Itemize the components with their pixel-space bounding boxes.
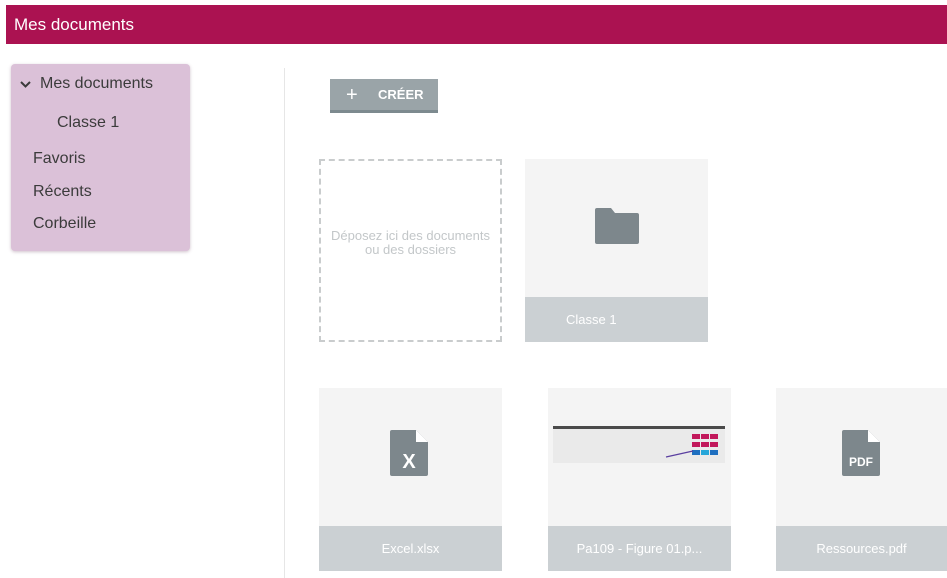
folder-icon: [595, 208, 639, 244]
pdf-file-icon: PDF: [842, 430, 880, 476]
item-name: Classe 1: [525, 297, 708, 342]
sidebar-item-label: Récents: [33, 183, 92, 200]
panel-divider: [284, 68, 285, 578]
excel-icon-label: X: [402, 451, 416, 473]
dropzone-hint: Déposez ici des documents ou des dossier…: [331, 228, 490, 257]
page: Mes documents Mes documents Classe 1 Fav…: [0, 0, 947, 578]
pdf-icon-label: PDF: [849, 455, 873, 469]
item-name: Pa109 - Figure 01.p...: [548, 526, 731, 571]
page-title-bar: Mes documents: [6, 5, 947, 44]
thumbnail-tile: [710, 434, 718, 439]
thumbnail-line: [665, 450, 694, 458]
sidebar-item-label: Classe 1: [57, 114, 120, 131]
thumbnail-tile: [701, 434, 709, 439]
thumbnail-tile: [701, 442, 709, 447]
create-button[interactable]: + CRÉER: [330, 79, 438, 113]
plus-icon: +: [346, 84, 358, 106]
item-name: Excel.xlsx: [319, 526, 502, 571]
file-card-excel[interactable]: X Excel.xlsx: [319, 388, 502, 571]
thumbnail-tile: [692, 442, 700, 447]
thumbnail-tile: [692, 434, 700, 439]
sidebar-item-classe-1[interactable]: Classe 1: [57, 114, 119, 132]
create-button-label: CRÉER: [378, 87, 424, 102]
thumbnail-tile: [701, 450, 709, 455]
file-card-image[interactable]: Pa109 - Figure 01.p...: [548, 388, 731, 571]
sidebar-item-label: Favoris: [33, 150, 86, 167]
image-thumbnail: [553, 426, 725, 463]
sidebar-item-mes-documents[interactable]: Mes documents: [19, 75, 153, 93]
sidebar-item-corbeille[interactable]: Corbeille: [33, 215, 96, 233]
folder-card[interactable]: Classe 1: [525, 159, 708, 342]
chevron-down-icon[interactable]: [19, 79, 32, 89]
sidebar-item-label: Corbeille: [33, 215, 97, 232]
sidebar: Mes documents Classe 1 Favoris Récents C…: [11, 64, 190, 251]
sidebar-item-label: Mes documents: [40, 75, 153, 92]
file-card-pdf[interactable]: PDF Ressources.pdf: [776, 388, 947, 571]
file-dropzone[interactable]: Déposez ici des documents ou des dossier…: [319, 159, 502, 342]
sidebar-item-recents[interactable]: Récents: [33, 183, 92, 201]
page-title: Mes documents: [14, 15, 134, 34]
excel-file-icon: X: [390, 430, 428, 476]
thumbnail-tile: [710, 442, 718, 447]
sidebar-item-favoris[interactable]: Favoris: [33, 150, 85, 168]
thumbnail-tile: [710, 450, 718, 455]
item-name: Ressources.pdf: [776, 526, 947, 571]
thumbnail-toolbar: [553, 426, 725, 429]
